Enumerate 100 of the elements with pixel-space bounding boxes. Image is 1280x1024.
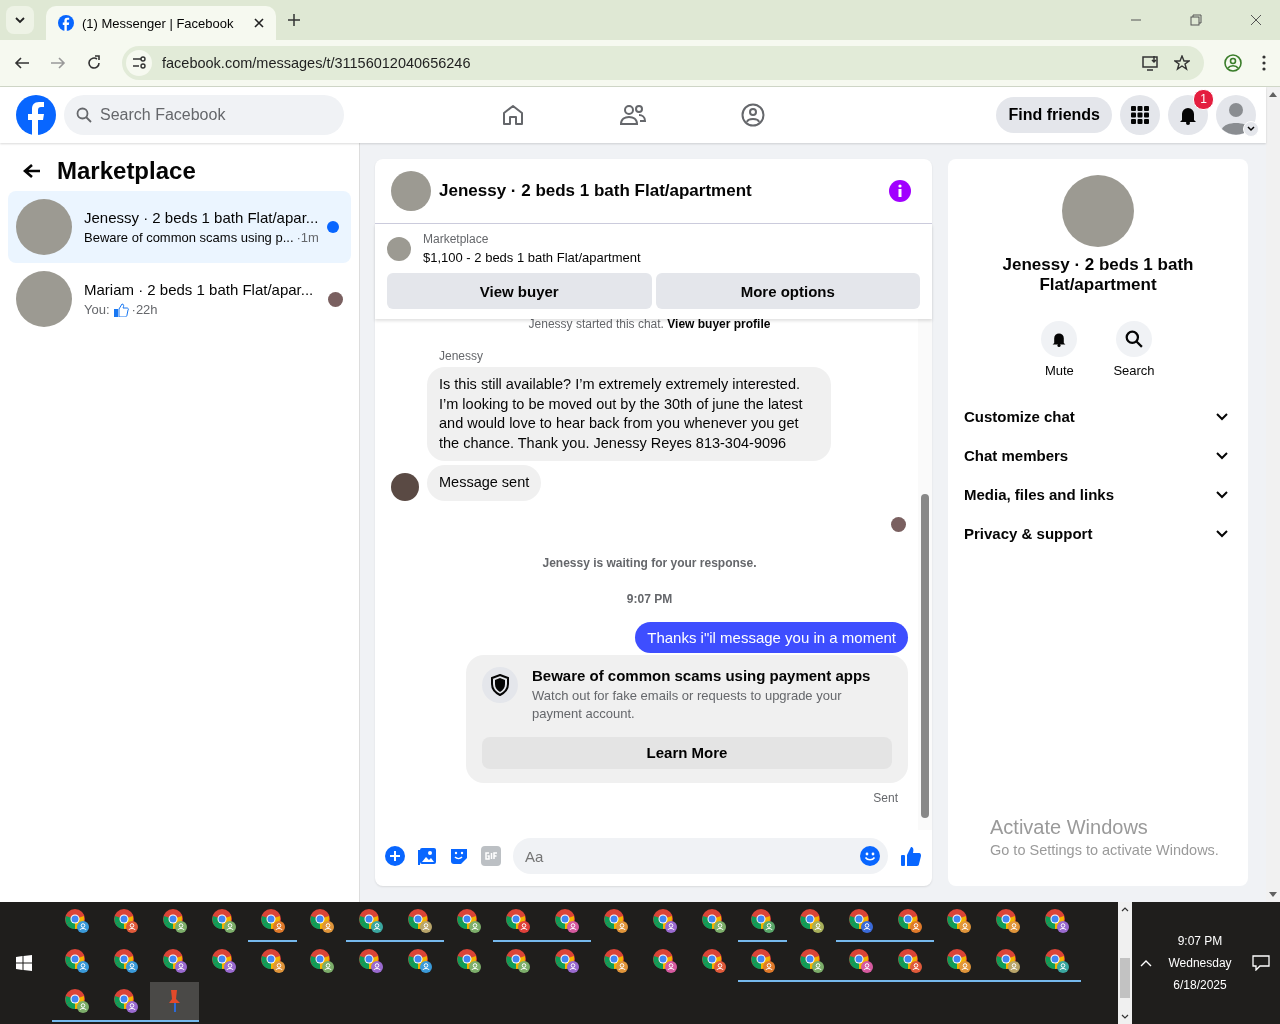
facebook-logo-icon: [58, 15, 74, 31]
browser-icon: [994, 948, 1021, 974]
more-vertical-icon[interactable]: [1262, 55, 1266, 71]
warning-text: Watch out for fake emails or requests to upgrade your payment account.: [532, 686, 843, 723]
clock-time: 9:07 PM: [1177, 934, 1223, 948]
home-icon[interactable]: [501, 103, 525, 127]
accordion-item[interactable]: Customize chat: [964, 396, 1232, 435]
friends-icon[interactable]: [620, 103, 646, 127]
close-icon[interactable]: [1250, 14, 1262, 26]
person-silhouette-icon: [1216, 95, 1256, 135]
thumbs-up-icon[interactable]: [900, 845, 922, 867]
back-arrow-icon[interactable]: [23, 163, 41, 179]
sender-name: Jenessy: [439, 349, 485, 363]
address-bar[interactable]: facebook.com/messages/t/31156012040656246: [122, 46, 1204, 80]
scroll-up-icon[interactable]: [1269, 91, 1277, 97]
view-profile-link[interactable]: View buyer profile: [667, 319, 771, 331]
emoji-icon[interactable]: [860, 846, 880, 866]
conversation-item[interactable]: Jenessy · 2 beds 1 bath Flat/apar... Beware of common scams using p... ·1m: [8, 191, 351, 263]
search-button[interactable]: [1116, 321, 1152, 357]
close-icon[interactable]: [254, 18, 264, 28]
caret-up-icon[interactable]: [1140, 959, 1152, 967]
browser-icon: [210, 948, 237, 974]
accordion-item[interactable]: Privacy & support: [964, 513, 1232, 552]
listing-action-button[interactable]: More options: [655, 273, 920, 309]
section-label: Chat members: [964, 447, 1069, 464]
caret-icon[interactable]: [1243, 121, 1259, 137]
read-receipt-avatar: [891, 516, 906, 532]
scrollbar[interactable]: [918, 319, 932, 830]
scroll-down-icon[interactable]: [1269, 892, 1277, 898]
reload-icon[interactable]: [86, 55, 102, 71]
listing-action-button[interactable]: View buyer: [387, 273, 652, 309]
conversation-item[interactable]: Mariam · 2 beds 1 bath Flat/apar... You: ·22h: [8, 263, 351, 335]
photo-placeholder: [16, 199, 72, 255]
clock[interactable]: 9:07 PM Wednesday 6/18/2025: [1152, 902, 1248, 1024]
scroll-down-icon[interactable]: [1121, 1014, 1129, 1020]
tab-title: (1) Messenger | Facebook: [82, 15, 235, 31]
browser-icon: [896, 908, 923, 934]
delivery-status: Sent: [872, 790, 898, 805]
action-label: Mute: [1044, 363, 1074, 378]
browser-icon: [63, 908, 90, 934]
browser-icon: [455, 948, 482, 974]
action-label: Search: [1113, 363, 1155, 378]
sticker-icon[interactable]: [449, 846, 469, 866]
scroll-up-icon[interactable]: [1121, 906, 1129, 912]
browser-icon: [749, 948, 776, 974]
mute-button[interactable]: [1041, 321, 1078, 357]
profile-icon[interactable]: [1224, 54, 1242, 72]
chat-started-text: Jenessy started this chat.: [528, 319, 664, 331]
browser-tab[interactable]: (1) Messenger | Facebook: [46, 6, 276, 40]
notification-center-icon[interactable]: [1252, 955, 1270, 971]
accordion-item[interactable]: Chat members: [964, 435, 1232, 474]
facebook-logo-icon[interactable]: [16, 95, 56, 135]
browser-icon: [847, 948, 874, 974]
section-label: Media, files and links: [964, 486, 1115, 503]
tab-list-button[interactable]: [6, 6, 34, 34]
browser-icon: [161, 948, 188, 974]
message-time: ·1m: [296, 230, 319, 245]
browser-icon: [112, 908, 139, 934]
info-icon[interactable]: [889, 180, 911, 202]
site-settings-icon[interactable]: [126, 50, 152, 76]
star-icon[interactable]: [1174, 55, 1190, 71]
find-friends-button[interactable]: Find friends: [996, 97, 1112, 133]
browser-icon: [994, 908, 1021, 934]
warning-title: Beware of common scams using payment apps: [532, 666, 872, 684]
groups-icon[interactable]: [741, 103, 765, 127]
taskbar-scrollbar[interactable]: [1118, 902, 1132, 1024]
browser-icon: [749, 908, 776, 934]
install-app-icon[interactable]: [1142, 55, 1160, 71]
restore-icon[interactable]: [1190, 14, 1202, 26]
browser-icon: [1043, 908, 1070, 934]
conversation-title: Mariam · 2 beds 1 bath Flat/apar...: [84, 281, 315, 298]
scroll-thumb[interactable]: [1120, 958, 1130, 998]
browser-icon: [1043, 948, 1070, 974]
new-tab-icon[interactable]: [288, 14, 300, 26]
clock-date: 6/18/2025: [1173, 978, 1227, 992]
activation-title: Activate Windows: [990, 816, 1149, 839]
menu-button[interactable]: [1120, 95, 1160, 135]
notifications-button[interactable]: [1168, 95, 1208, 135]
browser-icon: [308, 948, 335, 974]
accordion-item[interactable]: Media, files and links: [964, 474, 1232, 513]
taskbar-app-button[interactable]: [150, 982, 199, 1022]
back-icon[interactable]: [14, 55, 30, 71]
sidebar-title: Marketplace: [57, 157, 196, 185]
browser-icon: [553, 948, 580, 974]
section-label: Privacy & support: [964, 525, 1093, 542]
forward-icon[interactable]: [50, 55, 66, 71]
message-preview: You:: [84, 302, 110, 317]
page-scrollbar[interactable]: [1266, 87, 1280, 902]
browser-icon: [602, 948, 629, 974]
browser-icon: [406, 948, 433, 974]
browser-icon: [112, 988, 139, 1014]
message-field[interactable]: Aa: [513, 838, 888, 874]
browser-icon: [63, 948, 90, 974]
scroll-thumb[interactable]: [921, 494, 929, 818]
learn-more-button[interactable]: Learn More: [482, 736, 892, 769]
plus-icon[interactable]: [385, 846, 405, 866]
browser-icon: [161, 908, 188, 934]
search-field[interactable]: Search Facebook: [64, 95, 344, 135]
photo-icon[interactable]: [417, 846, 437, 866]
browser-icon: [63, 988, 90, 1014]
